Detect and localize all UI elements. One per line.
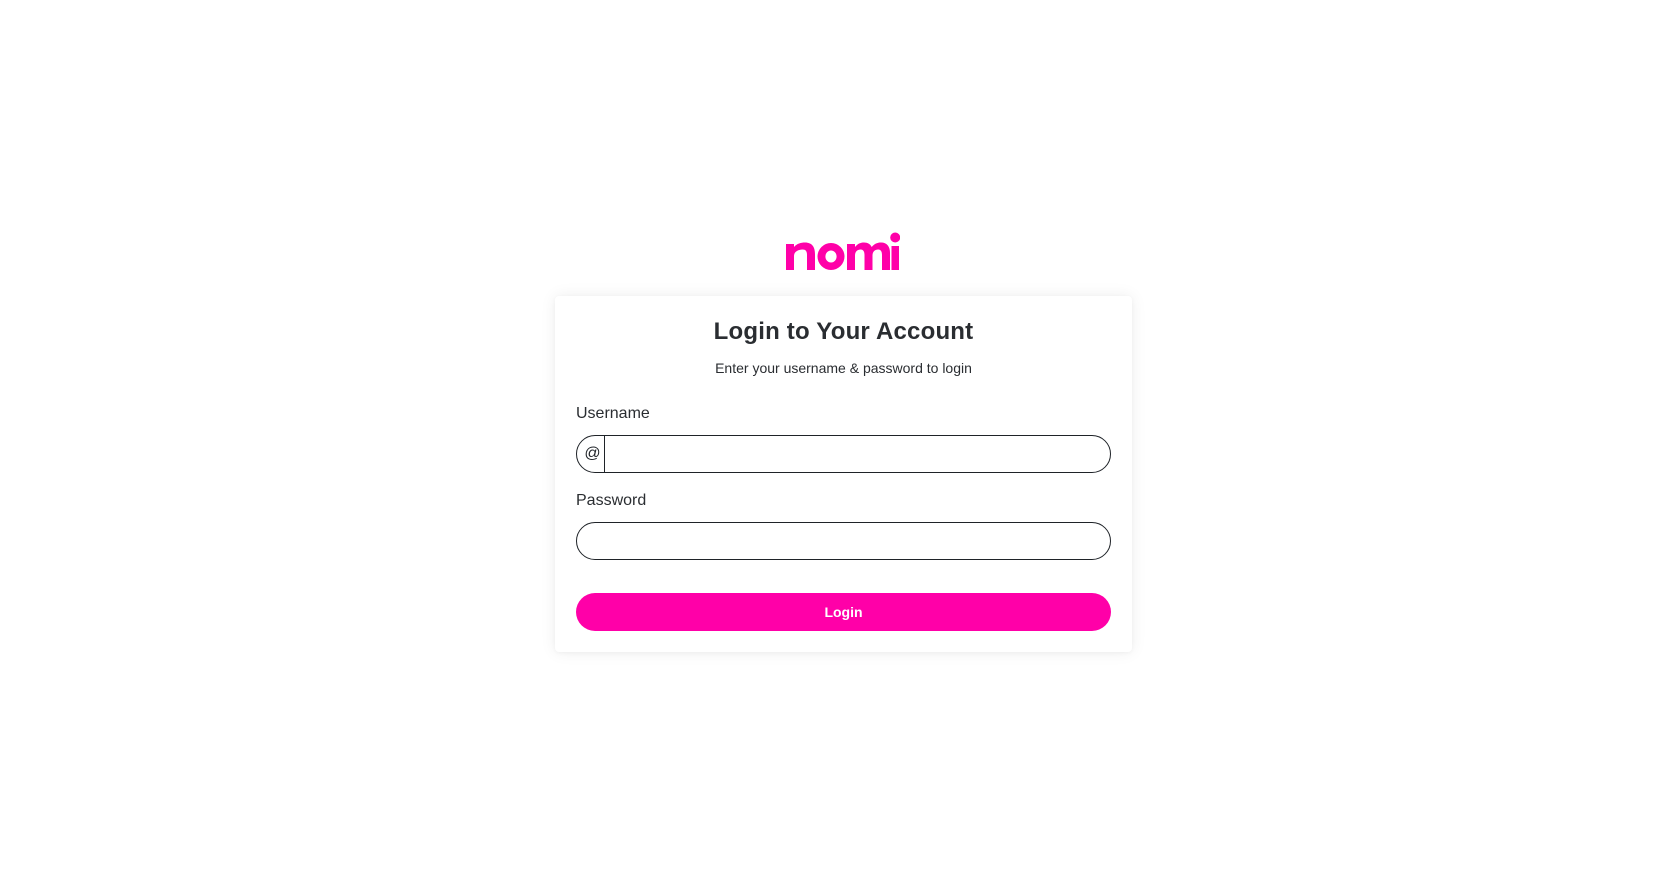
password-label: Password: [576, 492, 647, 509]
username-label: Username: [576, 405, 650, 422]
nomi-logo: [786, 232, 900, 270]
login-card: Login to Your Account Enter your usernam…: [555, 296, 1132, 652]
login-page: Login to Your Account Enter your usernam…: [0, 0, 1668, 876]
login-title: Login to Your Account: [713, 318, 974, 345]
username-input[interactable]: [605, 436, 1110, 472]
password-input[interactable]: [577, 523, 1110, 559]
login-subtitle: Enter your username & password to login: [715, 360, 972, 376]
username-input-group: @: [576, 435, 1111, 473]
at-sign-icon: @: [577, 436, 605, 472]
password-input-group: [576, 522, 1111, 560]
login-button[interactable]: Login: [576, 593, 1111, 631]
